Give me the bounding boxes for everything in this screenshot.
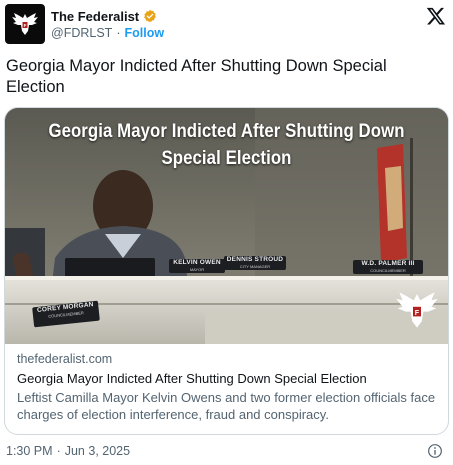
avatar[interactable]: F — [5, 4, 45, 44]
tweet-header: F The Federalist @FDRLST · Follow — [3, 2, 450, 46]
handle-row: @FDRLST · Follow — [51, 26, 164, 40]
info-icon[interactable] — [427, 443, 443, 459]
card-description: Leftist Camilla Mayor Kelvin Owens and t… — [17, 390, 436, 422]
card-title[interactable]: Georgia Mayor Indicted After Shutting Do… — [17, 370, 436, 387]
federalist-eagle-watermark-icon: F — [396, 292, 438, 328]
svg-text:F: F — [415, 308, 420, 317]
separator-dot: · — [116, 26, 121, 40]
x-logo-icon[interactable] — [426, 6, 446, 26]
nameplate-name: W.D. PALMER III — [361, 260, 415, 267]
nameplate-title: COUNCILMEMBER — [370, 268, 406, 273]
nameplate: DENNIS STROUD CITY MANAGER — [224, 256, 286, 270]
card-domain: thefederalist.com — [17, 352, 113, 366]
verified-badge-icon — [143, 9, 157, 23]
separator-dot: · — [56, 444, 61, 458]
svg-text:F: F — [24, 23, 27, 28]
nameplate: KELVIN OWEN MAYOR — [169, 259, 225, 273]
federalist-eagle-logo-icon: F — [12, 13, 38, 35]
account-handle[interactable]: @FDRLST — [51, 26, 112, 40]
tweet-time[interactable]: 1:30 PM — [6, 444, 53, 458]
tweet-date[interactable]: Jun 3, 2025 — [65, 444, 130, 458]
follow-button[interactable]: Follow — [124, 26, 164, 40]
link-card[interactable]: Georgia Mayor Indicted After Shutting Do… — [4, 107, 449, 435]
tweet-text: Georgia Mayor Indicted After Shutting Do… — [6, 57, 387, 96]
card-body: thefederalist.com Georgia Mayor Indicted… — [5, 344, 448, 423]
nameplate-title: CITY MANAGER — [239, 264, 271, 269]
name-row: The Federalist — [51, 7, 157, 25]
image-overlay-title: Georgia Mayor Indicted After Shutting Do… — [48, 120, 405, 169]
tweet-footer: 1:30 PM · Jun 3, 2025 — [6, 442, 449, 460]
nameplate-name: DENNIS STROUD — [226, 256, 284, 263]
nameplate-name: KELVIN OWEN — [173, 259, 221, 266]
nameplate: W.D. PALMER III COUNCILMEMBER — [353, 260, 423, 274]
card-image[interactable]: Georgia Mayor Indicted After Shutting Do… — [5, 108, 448, 344]
account-name[interactable]: The Federalist — [51, 9, 139, 24]
nameplate-title: MAYOR — [189, 267, 205, 272]
